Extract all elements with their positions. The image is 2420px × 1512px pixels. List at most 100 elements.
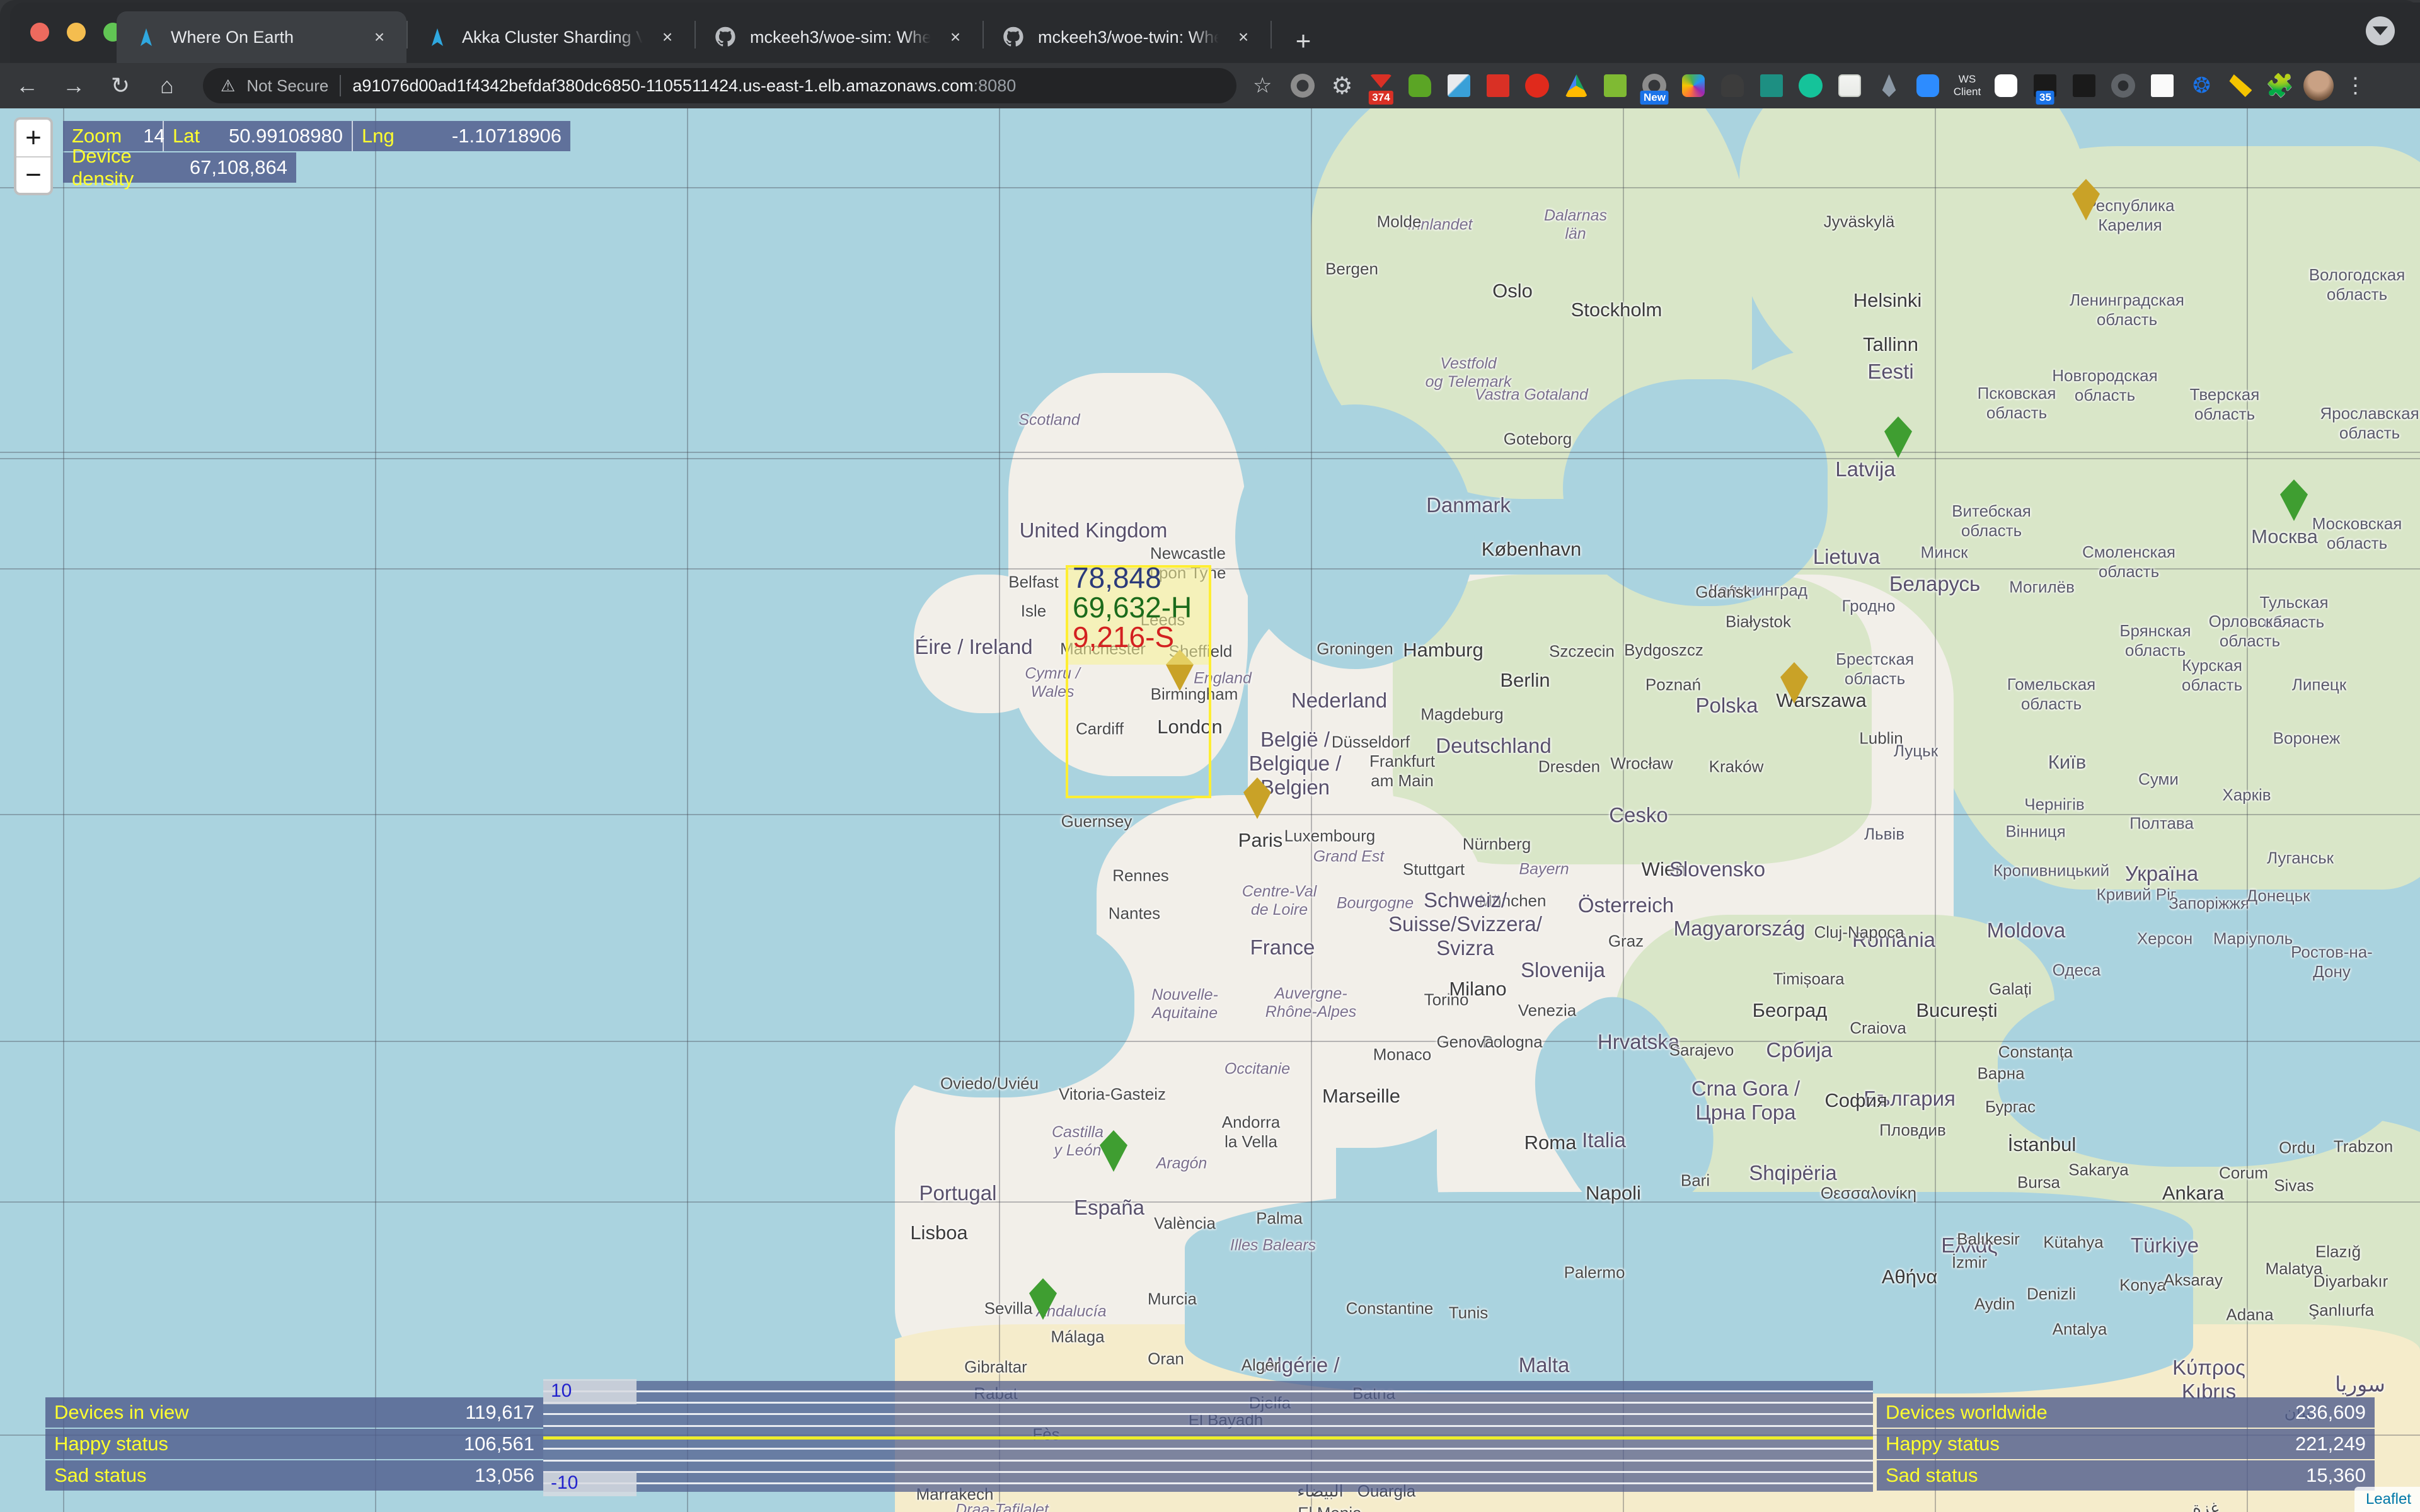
zoom-out-button[interactable]: − bbox=[16, 156, 50, 193]
url-port: :8080 bbox=[974, 76, 1017, 95]
map-label: Београд bbox=[1753, 999, 1828, 1022]
address-bar[interactable]: ⚠ Not Secure a91076d00ad1f4342befdaf380d… bbox=[203, 68, 1236, 103]
map-label: Dresden bbox=[1538, 757, 1600, 777]
map-label: Guernsey bbox=[1061, 812, 1132, 832]
device-density-readout: Device density 67,108,864 bbox=[63, 152, 296, 183]
extension-mail-red[interactable]: 374 bbox=[1361, 66, 1400, 105]
zoom-in-button[interactable]: + bbox=[16, 120, 50, 156]
window-expand-button[interactable] bbox=[2366, 16, 2395, 45]
selected-region-stats: 78,848 69,632-H 9,216-S bbox=[1073, 563, 1192, 652]
map-label: Чернігів bbox=[2024, 795, 2084, 815]
tab-where-on-earth[interactable]: Where On Earth × bbox=[117, 11, 406, 63]
new-tab-button[interactable]: + bbox=[1284, 19, 1322, 63]
extension-ws-client[interactable]: WSClient bbox=[1947, 66, 1986, 105]
map-label: Palermo bbox=[1564, 1263, 1625, 1283]
map-label: Брянская область bbox=[2119, 621, 2191, 660]
map-label: Липецк bbox=[2292, 675, 2346, 695]
back-button[interactable]: ← bbox=[8, 66, 47, 105]
map-info-panel: Zoom 14 Lat 50.99108980 Lng -1.10718906 … bbox=[63, 121, 570, 183]
extension-evernote-icon[interactable] bbox=[1400, 66, 1439, 105]
close-icon[interactable]: × bbox=[369, 27, 390, 47]
map-label: Nederland bbox=[1291, 689, 1387, 713]
browser-menu-icon[interactable]: ⋮ bbox=[2338, 73, 2372, 98]
map-label: Херсон bbox=[2137, 929, 2192, 949]
map-label: Österreich bbox=[1578, 893, 1674, 917]
map-label: Вологодская область bbox=[2309, 265, 2406, 304]
extension-donut-gray-2[interactable]: New bbox=[1635, 66, 1674, 105]
map-label: Минск bbox=[1921, 543, 1968, 563]
reload-button[interactable]: ↻ bbox=[101, 66, 140, 105]
profile-avatar[interactable] bbox=[2299, 66, 2338, 105]
extension-gmail-forward-icon[interactable] bbox=[1478, 66, 1518, 105]
lng-value: -1.10718906 bbox=[430, 125, 562, 147]
extension-zoom-video-icon[interactable] bbox=[1908, 66, 1947, 105]
graticule-line bbox=[0, 1201, 2420, 1203]
extension-yellow-broom-icon[interactable] bbox=[2221, 66, 2260, 105]
map-label: Jyväskylä bbox=[1824, 212, 1895, 232]
extension-node-graph-icon[interactable]: 35 bbox=[2025, 66, 2065, 105]
tab-label: mckeeh3/woe-sim: Where On E bbox=[750, 28, 931, 47]
extension-adblock-hand-icon[interactable] bbox=[1518, 66, 1557, 105]
map-label: Milano bbox=[1449, 978, 1506, 1000]
extension-marker-pen-icon[interactable] bbox=[1439, 66, 1478, 105]
extension-steering-wheel-icon[interactable] bbox=[2104, 66, 2143, 105]
extension-blue-knot-icon[interactable]: ❂ bbox=[2182, 66, 2221, 105]
extension-notes-green-icon[interactable] bbox=[1596, 66, 1635, 105]
map-label: Portugal bbox=[919, 1181, 997, 1205]
map-label: Illes Balears bbox=[1230, 1237, 1316, 1255]
map-label: Galați bbox=[1989, 980, 2032, 999]
close-window-button[interactable] bbox=[30, 23, 49, 42]
extension-rainbow-lock-icon[interactable] bbox=[1674, 66, 1713, 105]
tab-strip[interactable]: Where On Earth × Akka Cluster Sharding V… bbox=[117, 6, 1322, 63]
bookmark-star-icon[interactable]: ☆ bbox=[1253, 73, 1272, 98]
close-icon[interactable]: × bbox=[945, 27, 966, 47]
map-label: سوريا bbox=[2335, 1372, 2385, 1397]
extension-black-doc-icon[interactable] bbox=[2065, 66, 2104, 105]
extension-cloud-icon[interactable] bbox=[1986, 66, 2025, 105]
extension-grammarly-icon[interactable] bbox=[1791, 66, 1830, 105]
map-label: Draa-Tafilalet bbox=[955, 1501, 1049, 1512]
map-label: Новгородская область bbox=[2052, 366, 2157, 405]
extension-badge: 374 bbox=[1369, 91, 1393, 105]
extension-donut-gray[interactable] bbox=[1283, 66, 1322, 105]
extension-gear-icon[interactable]: ⚙ bbox=[1322, 66, 1361, 105]
forward-button[interactable]: → bbox=[54, 66, 93, 105]
map-label: Bydgoszcz bbox=[1624, 641, 1703, 660]
window-controls[interactable] bbox=[30, 23, 122, 42]
extension-headphones-icon[interactable] bbox=[1713, 66, 1752, 105]
extension-toolbar[interactable]: ⚙ 374 New WSClient 35 ❂ 🧩 bbox=[1283, 66, 2372, 105]
map-zoom-control[interactable]: + − bbox=[14, 117, 53, 195]
security-status-label: Not Secure bbox=[246, 76, 328, 96]
device-rate-chart[interactable]: 10-10 bbox=[543, 1381, 1873, 1492]
water-bay-of-biscay bbox=[851, 908, 1134, 1097]
map-label: Oviedo/Uviéu bbox=[940, 1074, 1039, 1094]
home-button[interactable]: ⌂ bbox=[147, 66, 187, 105]
stat-row-sad-in-view: Sad status 13,056 bbox=[45, 1460, 543, 1491]
leaflet-attribution[interactable]: Leaflet bbox=[2354, 1487, 2420, 1512]
map-label: Şanlıurfa bbox=[2308, 1301, 2374, 1320]
region-happy-devices: 69,632-H bbox=[1073, 593, 1192, 622]
zoom-value: 14 bbox=[122, 125, 164, 147]
tab-woe-sim[interactable]: mckeeh3/woe-sim: Where On E × bbox=[696, 11, 982, 63]
extension-color-gears-icon[interactable] bbox=[2143, 66, 2182, 105]
extension-teal-s-icon[interactable] bbox=[1752, 66, 1791, 105]
stat-row-happy-in-view: Happy status 106,561 bbox=[45, 1429, 543, 1459]
close-icon[interactable]: × bbox=[1233, 27, 1254, 47]
extension-rocket-icon[interactable] bbox=[1869, 66, 1908, 105]
extension-google-drive-icon[interactable] bbox=[1557, 66, 1596, 105]
map-label: Воронеж bbox=[2273, 729, 2341, 748]
map-label: Θεσσαλονίκη bbox=[1821, 1184, 1916, 1203]
close-icon[interactable]: × bbox=[657, 27, 678, 47]
map-label: Craiova bbox=[1850, 1019, 1906, 1038]
map-label: Ordu bbox=[2279, 1138, 2315, 1158]
map-label: Hamburg bbox=[1403, 639, 1484, 662]
map-label: Nouvelle- Aquitaine bbox=[1151, 986, 1218, 1022]
device-density-label: Device density bbox=[72, 145, 168, 190]
map-label: Türkiye bbox=[2131, 1234, 2199, 1257]
leaflet-map[interactable]: OsloStockholmHelsinkiTallinnEestiLatvija… bbox=[0, 108, 2420, 1512]
extension-spreadsheet-icon[interactable] bbox=[1830, 66, 1869, 105]
extension-puzzle-icon[interactable]: 🧩 bbox=[2260, 66, 2299, 105]
minimize-window-button[interactable] bbox=[67, 23, 86, 42]
tab-akka-cluster-sharding-viewer[interactable]: Akka Cluster Sharding Viewer × bbox=[408, 11, 694, 63]
tab-woe-twin[interactable]: mckeeh3/woe-twin: Where On × bbox=[984, 11, 1270, 63]
